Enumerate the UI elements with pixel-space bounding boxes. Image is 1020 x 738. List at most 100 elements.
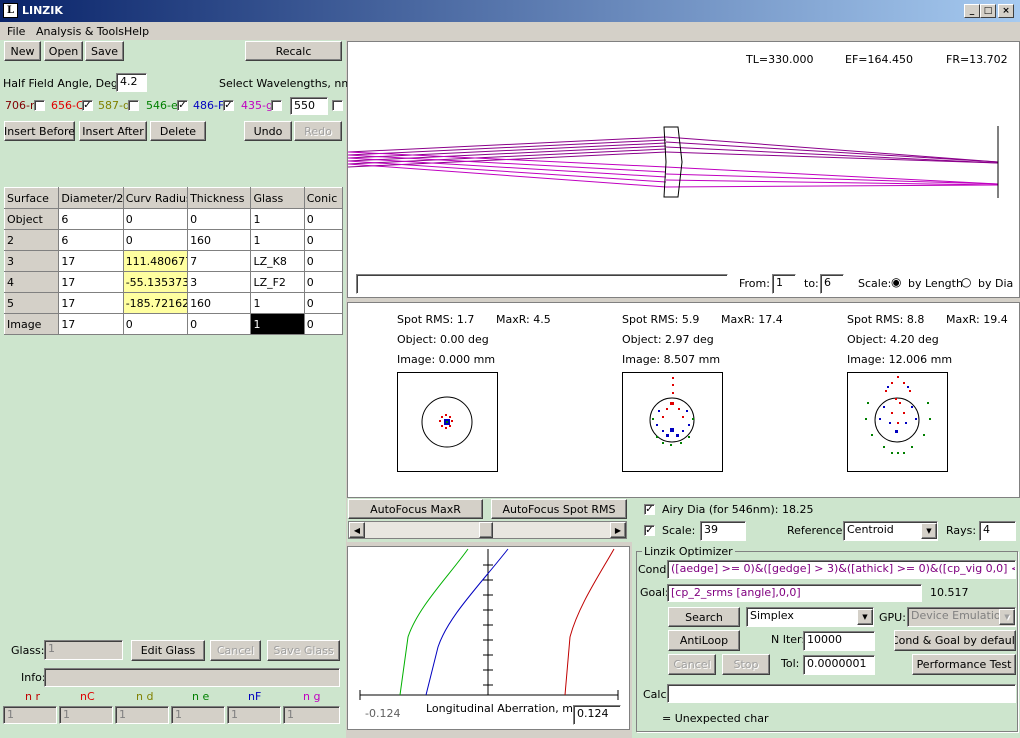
table-cell[interactable]: LZ_F2 <box>250 271 305 293</box>
wl-435-checkbox[interactable] <box>271 100 282 111</box>
table-cell[interactable]: 17 <box>58 250 124 272</box>
menu-file[interactable]: File <box>7 25 25 38</box>
menu-analysis-tools[interactable]: Analysis & Tools <box>36 25 124 38</box>
by-length-radio[interactable]: ◉ <box>891 275 901 289</box>
glass-input[interactable]: 1 <box>44 640 123 660</box>
table-cell[interactable]: 0 <box>303 313 344 335</box>
airy-checkbox[interactable]: ✓ <box>644 504 655 515</box>
table-cell[interactable]: 3 <box>187 271 252 293</box>
table-cell[interactable]: 0 <box>187 208 252 230</box>
row-header[interactable]: 3 <box>3 250 60 272</box>
wl-486-checkbox[interactable]: ✓ <box>223 100 234 111</box>
menu-help[interactable]: Help <box>124 25 149 38</box>
wl-587-checkbox[interactable] <box>128 100 139 111</box>
header-glass[interactable]: Glass <box>250 187 305 209</box>
gpu-dropdown-icon[interactable]: ▼ <box>999 609 1015 625</box>
autofocus-maxr-button[interactable]: AutoFocus MaxR <box>348 499 483 519</box>
row-header[interactable]: Image <box>3 313 60 335</box>
new-button[interactable]: New <box>4 41 41 61</box>
autofocus-rms-button[interactable]: AutoFocus Spot RMS <box>491 499 627 519</box>
antiloop-button[interactable]: AntiLoop <box>668 630 740 651</box>
maximize-button[interactable]: □ <box>980 4 996 18</box>
performance-test-button[interactable]: Performance Test <box>912 654 1016 675</box>
table-cell[interactable]: -185.721622 <box>122 292 189 314</box>
scroll-left-arrow[interactable]: ◀ <box>349 522 365 538</box>
table-cell[interactable]: 6 <box>58 208 124 230</box>
cancel-glass-button[interactable]: Cancel <box>210 640 261 661</box>
row-header[interactable]: 2 <box>3 229 60 251</box>
wl-546-checkbox[interactable]: ✓ <box>177 100 188 111</box>
table-cell[interactable]: 17 <box>58 271 124 293</box>
row-header[interactable]: Object <box>3 208 60 230</box>
table-cell[interactable]: 0 <box>303 229 344 251</box>
insert-after-button[interactable]: Insert After <box>79 121 147 141</box>
table-cell[interactable]: 0 <box>303 292 344 314</box>
table-cell-selected[interactable]: 1 <box>250 313 305 335</box>
row-header[interactable]: 4 <box>3 271 60 293</box>
redo-button[interactable]: Redo <box>294 121 342 141</box>
goal-input[interactable]: [cp_2_srms [angle],0,0] <box>667 584 922 602</box>
minimize-button[interactable]: _ <box>964 4 980 18</box>
table-cell[interactable]: 7 <box>187 250 252 272</box>
spot-scale-input[interactable]: 39 <box>700 521 746 541</box>
table-cell[interactable]: 17 <box>58 292 124 314</box>
header-curv-radius[interactable]: Curv Radius <box>122 187 189 209</box>
header-conic[interactable]: Conic <box>303 187 344 209</box>
table-cell[interactable]: 17 <box>58 313 124 335</box>
insert-before-button[interactable]: Insert Before <box>4 121 75 141</box>
to-input[interactable]: 6 <box>820 274 844 294</box>
table-cell[interactable]: 1 <box>250 229 305 251</box>
cond-input[interactable]: ([aedge] >= 0)&([gedge] > 3)&([athick] >… <box>667 560 1016 579</box>
table-cell[interactable]: 0 <box>303 250 344 272</box>
info-field[interactable] <box>44 668 340 687</box>
table-cell[interactable]: 0 <box>303 271 344 293</box>
wl-706-checkbox[interactable] <box>34 100 45 111</box>
scroll-thumb[interactable] <box>479 522 493 538</box>
table-cell[interactable]: 1 <box>250 208 305 230</box>
search-button[interactable]: Search <box>668 607 740 627</box>
reference-dropdown-icon[interactable]: ▼ <box>921 523 937 539</box>
tol-input[interactable]: 0.0000001 <box>803 655 875 675</box>
table-cell[interactable]: 160 <box>187 292 252 314</box>
layout-info-field[interactable] <box>356 274 728 294</box>
by-dia-radio[interactable]: ○ <box>961 275 971 289</box>
header-thickness[interactable]: Thickness <box>187 187 252 209</box>
focus-scrollbar[interactable]: ◀ ▶ <box>348 521 627 539</box>
header-surface[interactable]: Surface <box>3 187 60 209</box>
niter-input[interactable]: 10000 <box>803 631 875 651</box>
method-select[interactable]: Simplex <box>746 607 874 627</box>
edit-glass-button[interactable]: Edit Glass <box>131 640 205 661</box>
from-input[interactable]: 1 <box>772 274 796 294</box>
close-button[interactable]: × <box>998 4 1014 18</box>
recalc-button[interactable]: Recalc <box>245 41 342 61</box>
table-cell[interactable]: 160 <box>187 229 252 251</box>
table-cell[interactable]: 0 <box>187 313 252 335</box>
calc-input[interactable] <box>667 684 1016 703</box>
save-button[interactable]: Save <box>85 41 124 61</box>
wl-656-checkbox[interactable]: ✓ <box>82 100 93 111</box>
header-diameter[interactable]: Diameter/2 <box>58 187 124 209</box>
rays-input[interactable]: 4 <box>979 521 1016 541</box>
cond-goal-default-button[interactable]: Cond & Goal by default <box>894 630 1016 651</box>
row-header[interactable]: 5 <box>3 292 60 314</box>
table-cell[interactable]: LZ_K8 <box>250 250 305 272</box>
undo-button[interactable]: Undo <box>244 121 292 141</box>
scroll-right-arrow[interactable]: ▶ <box>610 522 626 538</box>
table-cell[interactable]: 0 <box>122 313 189 335</box>
field-angle-input[interactable]: 4.2 <box>116 73 147 92</box>
scale-checkbox[interactable]: ✓ <box>644 525 655 536</box>
table-cell[interactable]: -55.1353739 <box>122 271 189 293</box>
aberration-max-input[interactable]: 0.124 <box>573 705 621 725</box>
table-cell[interactable]: 1 <box>250 292 305 314</box>
delete-button[interactable]: Delete <box>150 121 206 141</box>
wl-custom-checkbox[interactable] <box>332 100 343 111</box>
table-cell[interactable]: 0 <box>122 229 189 251</box>
method-dropdown-icon[interactable]: ▼ <box>857 609 873 625</box>
table-cell[interactable]: 0 <box>122 208 189 230</box>
wl-custom-input[interactable]: 550 <box>290 97 328 115</box>
save-glass-button[interactable]: Save Glass <box>267 640 340 661</box>
cancel-optimizer-button[interactable]: Cancel <box>668 654 716 675</box>
table-cell[interactable]: 111.480677 <box>122 250 189 272</box>
stop-button[interactable]: Stop <box>722 654 770 675</box>
table-cell[interactable]: 0 <box>303 208 344 230</box>
